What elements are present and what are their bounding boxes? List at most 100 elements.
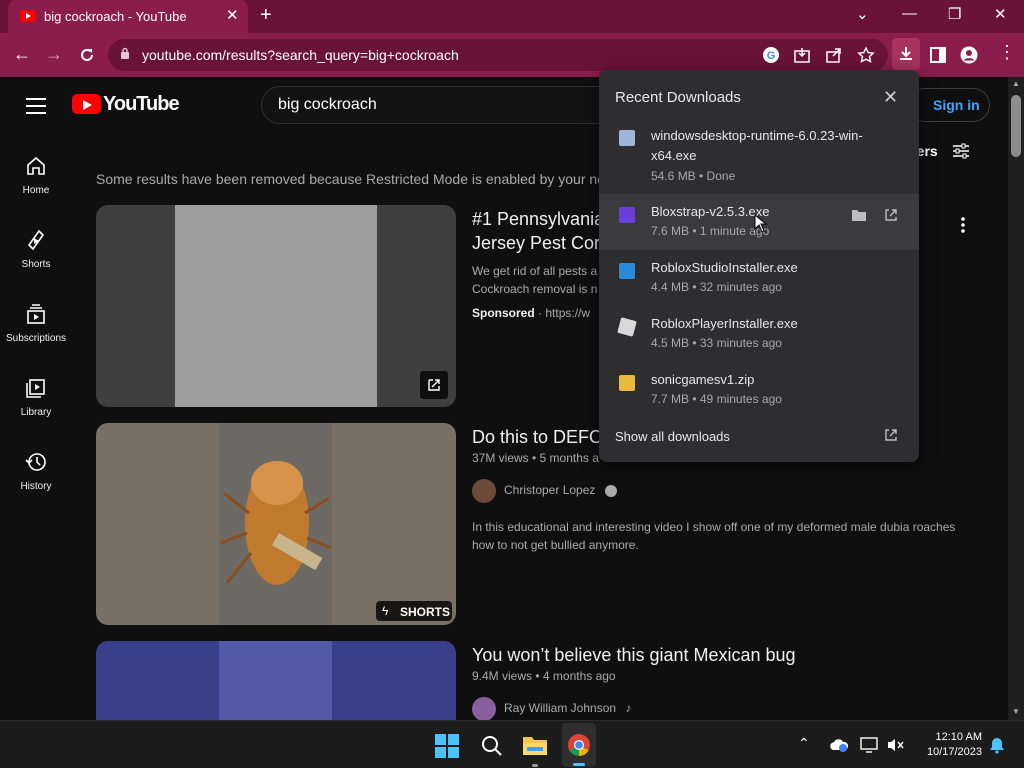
show-in-folder-icon[interactable]	[851, 208, 867, 222]
side-panel-icon[interactable]	[929, 46, 947, 64]
download-item[interactable]: sonicgamesv1.zip 7.7 MB • 49 minutes ago	[599, 362, 919, 418]
video-meta: 37M views • 5 months a	[472, 451, 599, 465]
file-explorer-icon[interactable]	[522, 733, 548, 757]
windows-start-icon[interactable]	[435, 734, 459, 758]
download-filename[interactable]: sonicgamesv1.zip	[651, 370, 754, 390]
clock-date: 10/17/2023	[926, 746, 982, 758]
download-status: 7.6 MB • 1 minute ago	[651, 224, 770, 238]
sidebar-item-subscriptions[interactable]: Subscriptions	[0, 303, 72, 344]
roblox-player-file-icon	[617, 317, 637, 337]
reload-icon[interactable]	[78, 46, 96, 64]
show-all-downloads-link[interactable]: Show all downloads	[615, 429, 730, 444]
bookmark-star-icon[interactable]	[857, 46, 875, 64]
downloads-close-icon[interactable]: ✕	[883, 87, 898, 108]
sponsored-label: Sponsored	[472, 306, 535, 320]
open-external-icon[interactable]	[883, 207, 899, 223]
download-item[interactable]: RobloxPlayerInstaller.exe 4.5 MB • 33 mi…	[599, 306, 919, 362]
open-downloads-page-icon[interactable]	[883, 427, 899, 443]
video-title[interactable]: Do this to DEFO	[472, 425, 603, 449]
video-thumbnail[interactable]: ϟ SHORTS	[96, 423, 456, 625]
search-query-text[interactable]: big cockroach	[278, 96, 377, 114]
filters-icon[interactable]	[951, 142, 971, 160]
sidebar-item-history[interactable]: History	[0, 451, 72, 492]
mouse-cursor-icon	[754, 214, 768, 233]
channel-name[interactable]: Ray William Johnson	[504, 701, 616, 715]
minimize-icon[interactable]: —	[902, 5, 917, 22]
home-icon	[27, 156, 45, 175]
system-clock[interactable]: 12:10 AM 10/17/2023	[918, 730, 982, 760]
profile-icon[interactable]	[960, 46, 978, 64]
desc-line: how to not get bullied anymore.	[472, 538, 639, 552]
restore-icon[interactable]: ❐	[948, 5, 961, 23]
thumbnail-image	[175, 205, 377, 407]
window-close-icon[interactable]: ✕	[994, 5, 1007, 23]
downloads-title: Recent Downloads	[615, 89, 741, 106]
open-external-icon[interactable]	[420, 371, 448, 399]
url-text[interactable]: youtube.com/results?search_query=big+coc…	[142, 47, 459, 63]
tab-title: big cockroach - YouTube	[44, 9, 187, 24]
ad-thumbnail[interactable]	[96, 205, 456, 407]
share-icon[interactable]	[825, 46, 843, 64]
zip-folder-icon	[619, 375, 635, 391]
scroll-up-icon[interactable]: ▲	[1012, 79, 1020, 88]
more-actions-icon[interactable]	[954, 215, 972, 235]
onedrive-icon[interactable]	[829, 737, 849, 753]
tab-close-icon[interactable]: ✕	[226, 6, 239, 24]
video-title[interactable]: #1 Pennsylvania Jersey Pest Cor	[472, 207, 604, 255]
channel-name[interactable]: Christoper Lopez	[504, 483, 595, 497]
sign-in-button[interactable]: Sign in	[908, 88, 990, 122]
back-icon[interactable]: ←	[13, 44, 31, 65]
active-indicator	[573, 763, 585, 766]
video-description: We get rid of all pests a Cockroach remo…	[472, 262, 597, 298]
download-item[interactable]: RobloxStudioInstaller.exe 4.4 MB • 32 mi…	[599, 250, 919, 306]
scrollbar-thumb[interactable]	[1011, 95, 1021, 157]
new-tab-button[interactable]: +	[260, 4, 272, 27]
menu-hamburger-icon[interactable]	[26, 98, 46, 119]
google-lens-icon[interactable]: G	[762, 46, 780, 64]
download-status: 7.7 MB • 49 minutes ago	[651, 392, 782, 406]
avatar[interactable]	[472, 697, 496, 720]
network-icon[interactable]	[860, 737, 880, 753]
restricted-mode-notice: Some results have been removed because R…	[96, 171, 605, 187]
sponsored-line: Sponsored · https://w	[472, 306, 590, 320]
channel-row[interactable]: Ray William Johnson ♪	[472, 697, 631, 720]
download-filename[interactable]: RobloxStudioInstaller.exe	[651, 258, 798, 278]
page-scrollbar[interactable]: ▲ ▼	[1008, 77, 1024, 720]
sidebar-item-shorts[interactable]: Shorts	[0, 229, 72, 270]
video-title[interactable]: You won’t believe this giant Mexican bug	[472, 643, 796, 667]
history-icon	[25, 453, 46, 471]
active-tab[interactable]: big cockroach - YouTube ✕	[8, 0, 248, 33]
sidebar-item-library[interactable]: Library	[0, 377, 72, 418]
youtube-logo-text[interactable]: YouTube	[103, 93, 180, 116]
avatar[interactable]	[472, 479, 496, 503]
video-description: In this educational and interesting vide…	[472, 518, 955, 554]
browser-tab-strip: big cockroach - YouTube ✕ + ⌄ — ❐ ✕	[0, 0, 1024, 33]
youtube-logo-icon[interactable]	[72, 94, 101, 114]
video-meta: 9.4M views • 4 months ago	[472, 669, 616, 683]
desc-line: Cockroach removal is n	[472, 282, 598, 296]
chrome-taskbar-button[interactable]	[562, 723, 596, 767]
sidebar-item-home[interactable]: Home	[0, 155, 72, 196]
install-app-icon[interactable]	[793, 46, 811, 64]
channel-row[interactable]: Christoper Lopez	[472, 479, 617, 503]
download-item[interactable]: Bloxstrap-v2.5.3.exe 7.6 MB • 1 minute a…	[599, 194, 919, 250]
show-hidden-icons-chevron-icon[interactable]: ⌃	[798, 735, 810, 752]
video-thumbnail[interactable]	[96, 641, 456, 720]
sponsored-url[interactable]: · https://w	[538, 306, 590, 320]
sidebar-item-label: Subscriptions	[5, 333, 67, 344]
download-item[interactable]: windowsdesktop-runtime-6.0.23-win- x64.e…	[599, 122, 919, 186]
notification-bell-icon[interactable]	[988, 736, 1006, 754]
search-icon[interactable]	[480, 734, 504, 758]
lock-icon[interactable]	[120, 47, 130, 59]
downloads-button[interactable]	[892, 38, 920, 70]
download-filename[interactable]: windowsdesktop-runtime-6.0.23-win- x64.e…	[651, 126, 863, 166]
download-filename[interactable]: Bloxstrap-v2.5.3.exe	[651, 202, 770, 222]
sign-in-label: Sign in	[933, 97, 980, 113]
scroll-down-icon[interactable]: ▼	[1012, 707, 1020, 716]
volume-muted-icon[interactable]	[886, 737, 906, 753]
chrome-menu-icon[interactable]: ⋮	[998, 42, 1016, 63]
tab-search-chevron-icon[interactable]: ⌄	[856, 5, 869, 23]
download-filename[interactable]: RobloxPlayerInstaller.exe	[651, 314, 798, 334]
roblox-studio-file-icon	[619, 263, 635, 279]
forward-icon[interactable]: →	[45, 44, 63, 65]
